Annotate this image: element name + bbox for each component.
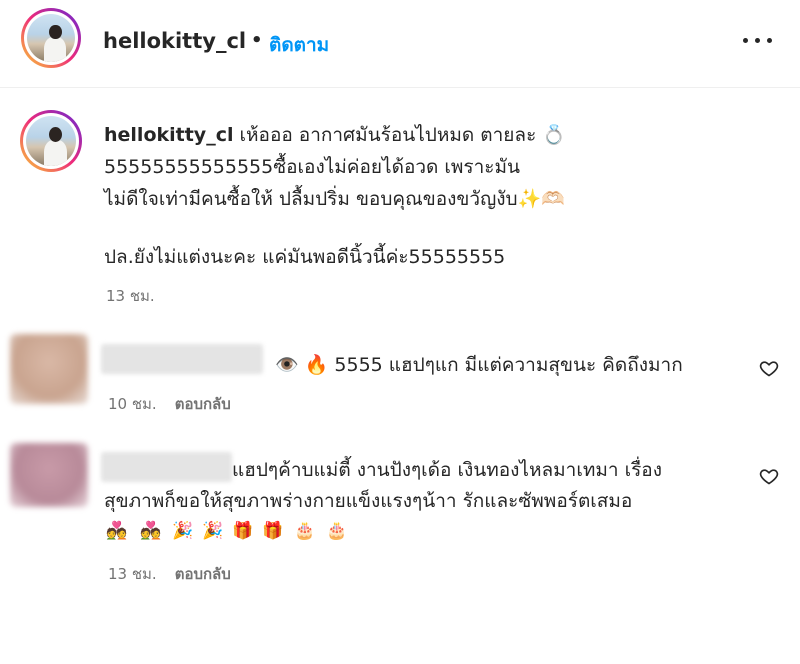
caption-username[interactable]: hellokitty_cl	[104, 124, 233, 146]
caption-text: 55555555555555ซื้อเองไม่ค่อยได้อวด เพราะ…	[104, 156, 521, 178]
comment-text: แฮปๆค้าบแม่ตี้ งานปังๆเด้อ เงินทองไหลมาเ…	[104, 455, 744, 517]
reply-button[interactable]: ตอบกลับ	[175, 395, 231, 413]
party-popper-icon: 🎉	[202, 521, 224, 541]
caption-timestamp[interactable]: 13 ชม.	[106, 284, 155, 308]
cake-icon: 🎂	[294, 521, 316, 541]
comment-meta: 10 ชม. ตอบกลับ	[108, 392, 231, 416]
comment-text: 👁️ 🔥 5555 แฮปๆแก มีแต่ความสุขนะ คิดถึงมา…	[275, 354, 683, 376]
comment-text-line: สุขภาพก็ขอให้สุขภาพร่างกายแข็งแรงๆน้าา ร…	[104, 490, 633, 512]
like-heart-icon[interactable]	[759, 358, 779, 378]
party-popper-icon: 🎉	[172, 521, 194, 541]
commenter-username-blurred[interactable]	[101, 344, 263, 374]
commenter-avatar-blurred[interactable]	[10, 334, 88, 404]
reply-button[interactable]: ตอบกลับ	[175, 565, 231, 583]
comment-timestamp[interactable]: 13 ชม.	[108, 565, 157, 583]
author-username[interactable]: hellokitty_cl	[103, 29, 246, 53]
caption-text: ปล.ยังไม่แต่งนะคะ แค่มันพอดีนิ้วนี้ค่ะ55…	[104, 246, 506, 268]
commenter-avatar-blurred[interactable]	[10, 443, 88, 507]
comment-meta: 13 ชม. ตอบกลับ	[108, 562, 231, 586]
follow-button[interactable]: ติดตาม	[269, 30, 329, 60]
more-options-icon[interactable]	[740, 33, 774, 49]
gift-icon: 🎁	[232, 521, 254, 541]
caption-text: เห้อออ อากาศมันร้อนไปหมด ตายละ 💍	[239, 124, 566, 146]
caption-text: ไม่ดีใจเท่ามีคนซื้อให้ ปลื้มปริ่ม ขอบคุณ…	[104, 188, 565, 210]
caption-line: hellokitty_cl เห้อออ อากาศมันร้อนไปหมด ต…	[104, 119, 644, 151]
gift-icon: 🎁	[262, 521, 284, 541]
couple-emoji-icon: 💑	[140, 521, 162, 541]
separator-dot: •	[251, 30, 263, 51]
cake-icon: 🎂	[326, 521, 348, 541]
comment-text-line: แฮปๆค้าบแม่ตี้ งานปังๆเด้อ เงินทองไหลมาเ…	[232, 459, 662, 481]
couple-emoji-icon: 💑	[106, 521, 128, 541]
caption-avatar[interactable]	[20, 110, 82, 172]
like-heart-icon[interactable]	[759, 466, 779, 486]
author-avatar[interactable]	[21, 8, 81, 68]
post-header: hellokitty_cl • ติดตาม	[0, 0, 800, 88]
comment-timestamp[interactable]: 10 ชม.	[108, 395, 157, 413]
post-caption: hellokitty_cl เห้อออ อากาศมันร้อนไปหมด ต…	[104, 119, 644, 273]
